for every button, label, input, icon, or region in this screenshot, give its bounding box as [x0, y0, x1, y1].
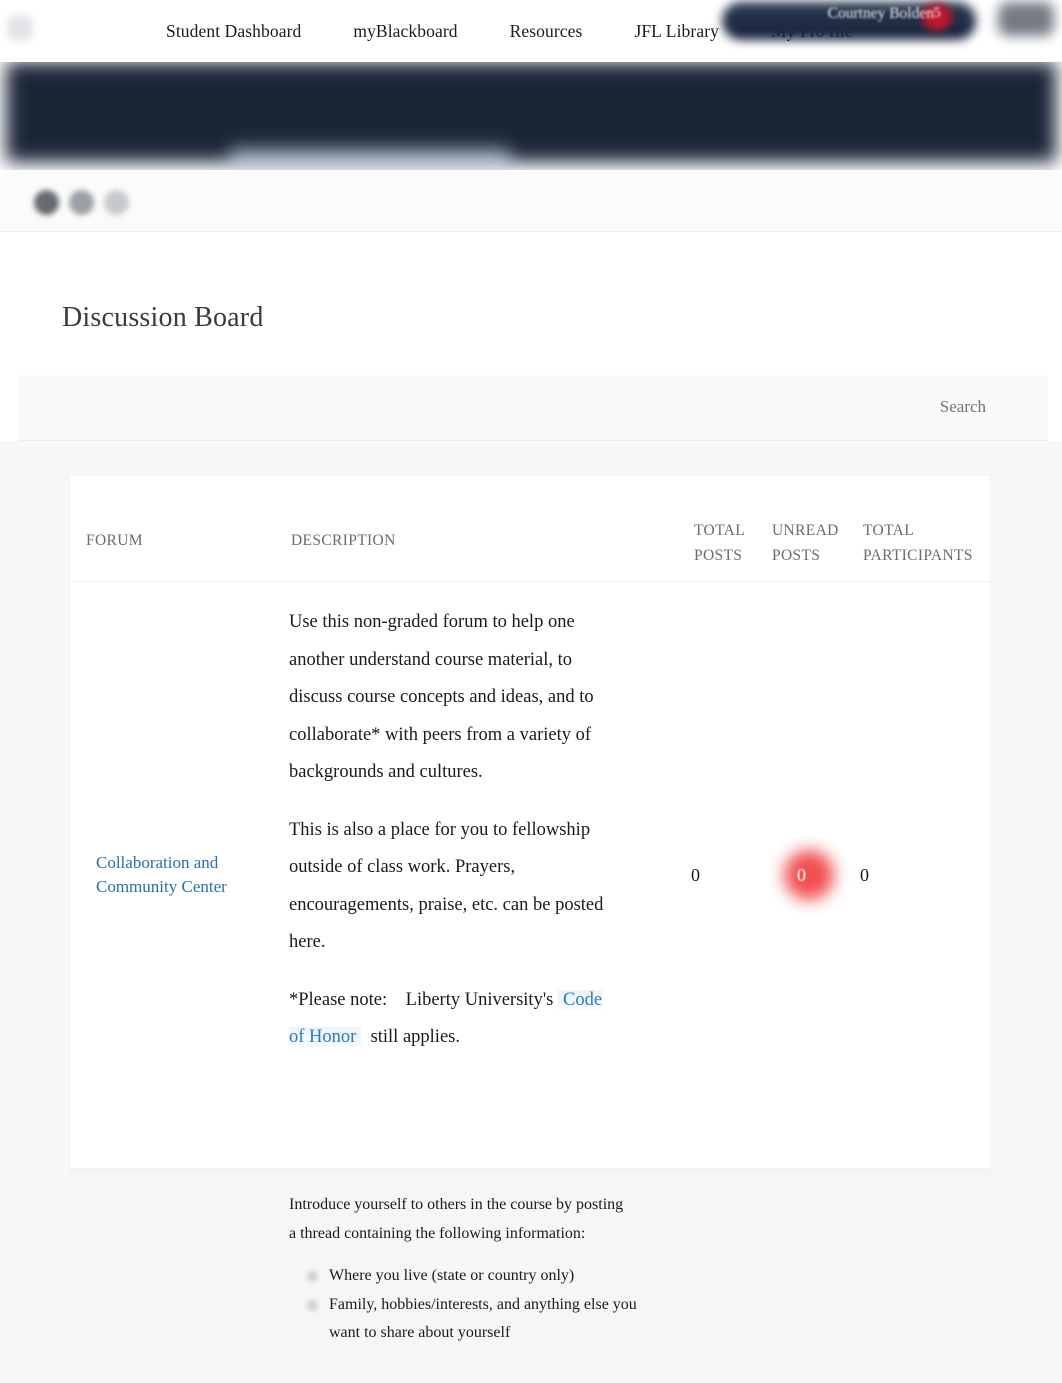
forum-table-header: FORUM DESCRIPTION TOTAL POSTS UNREAD POS… [70, 476, 990, 582]
column-header-unread-posts-line2: POSTS [772, 547, 821, 564]
note-text-still-applies: still applies. [370, 1027, 460, 1047]
forum-description-paragraph-2: This is also a place for you to fellowsh… [289, 819, 604, 953]
top-navigation-bar: Student Dashboard myBlackboard Resources… [0, 0, 1062, 62]
breadcrumb-icon-group [34, 190, 129, 215]
home-icon[interactable] [34, 190, 59, 215]
forum-table: FORUM DESCRIPTION TOTAL POSTS UNREAD POS… [70, 476, 990, 1383]
nav-resources[interactable]: Resources [484, 0, 609, 62]
breadcrumb-bar [0, 172, 1062, 232]
forum-name-cell [70, 1169, 275, 1383]
school-logo-icon[interactable] [8, 16, 32, 40]
discussion-board-page: Student Dashboard myBlackboard Resources… [0, 0, 1062, 1383]
forum-counts-cell: 0 0 0 [690, 582, 990, 1168]
search-bar: Search [18, 375, 1048, 441]
forum-description-note: *Please note: Liberty University's Code … [289, 982, 619, 1057]
forum-counts-cell [690, 1169, 990, 1383]
column-header-total-posts-line2: POSTS [694, 547, 743, 564]
user-name-label: Courtney Bolden [827, 5, 934, 22]
unread-posts-badge [784, 849, 834, 900]
column-header-total-participants-line1: TOTAL [863, 522, 915, 539]
column-header-unread-posts-line1: UNREAD [772, 522, 839, 539]
search-input[interactable]: Search [940, 397, 986, 417]
total-posts-value: 0 [691, 864, 700, 885]
course-banner [0, 48, 1062, 170]
forum-link-collaboration-and-community-center[interactable]: Collaboration and Community Center [96, 851, 263, 899]
total-participants-value: 0 [860, 864, 869, 885]
nav-overflow-button[interactable] [998, 2, 1054, 36]
forum-description-cell: Introduce yourself to others in the cour… [275, 1169, 690, 1370]
forum-description-paragraph-1: Introduce yourself to others in the cour… [289, 1196, 624, 1242]
nav-myblackboard[interactable]: myBlackboard [327, 0, 483, 62]
page-title: Discussion Board [62, 302, 264, 333]
column-header-total-posts-line1: TOTAL [694, 522, 746, 539]
nav-student-dashboard[interactable]: Student Dashboard [140, 0, 327, 62]
column-header-total-posts: TOTAL POSTS [694, 518, 756, 568]
forum-description-bullet-list: Where you live (state or country only) F… [307, 1262, 660, 1348]
course-banner-highlight [230, 148, 510, 170]
column-header-total-participants-line2: PARTICIPANTS [863, 547, 973, 564]
column-header-forum: FORUM [86, 532, 143, 549]
list-item: Where you live (state or country only) [307, 1262, 637, 1291]
table-row: Introduce yourself to others in the cour… [70, 1168, 990, 1383]
note-text-please-note: Please note: [298, 989, 388, 1010]
forum-description-cell: Use this non-graded forum to help one an… [275, 582, 690, 1079]
table-row: Collaboration and Community Center Use t… [70, 582, 990, 1168]
notification-badge-count: 5 [933, 5, 941, 21]
unread-posts-cell: 0 [768, 849, 859, 900]
column-header-total-participants: TOTAL PARTICIPANTS [863, 518, 993, 568]
unread-posts-value: 0 [797, 864, 806, 885]
column-header-description: DESCRIPTION [291, 532, 396, 549]
note-asterisk: * [289, 989, 299, 1010]
grid-icon[interactable] [104, 190, 129, 215]
list-item: Family, hobbies/interests, and anything … [307, 1291, 637, 1348]
note-text-liberty-university: Liberty University's [405, 989, 554, 1010]
forum-description-paragraph-1: Use this non-graded forum to help one an… [289, 612, 594, 782]
course-banner-background [6, 62, 1056, 162]
column-header-unread-posts: UNREAD POSTS [772, 518, 846, 568]
book-icon[interactable] [69, 190, 94, 215]
forum-name-cell: Collaboration and Community Center [70, 582, 275, 1168]
